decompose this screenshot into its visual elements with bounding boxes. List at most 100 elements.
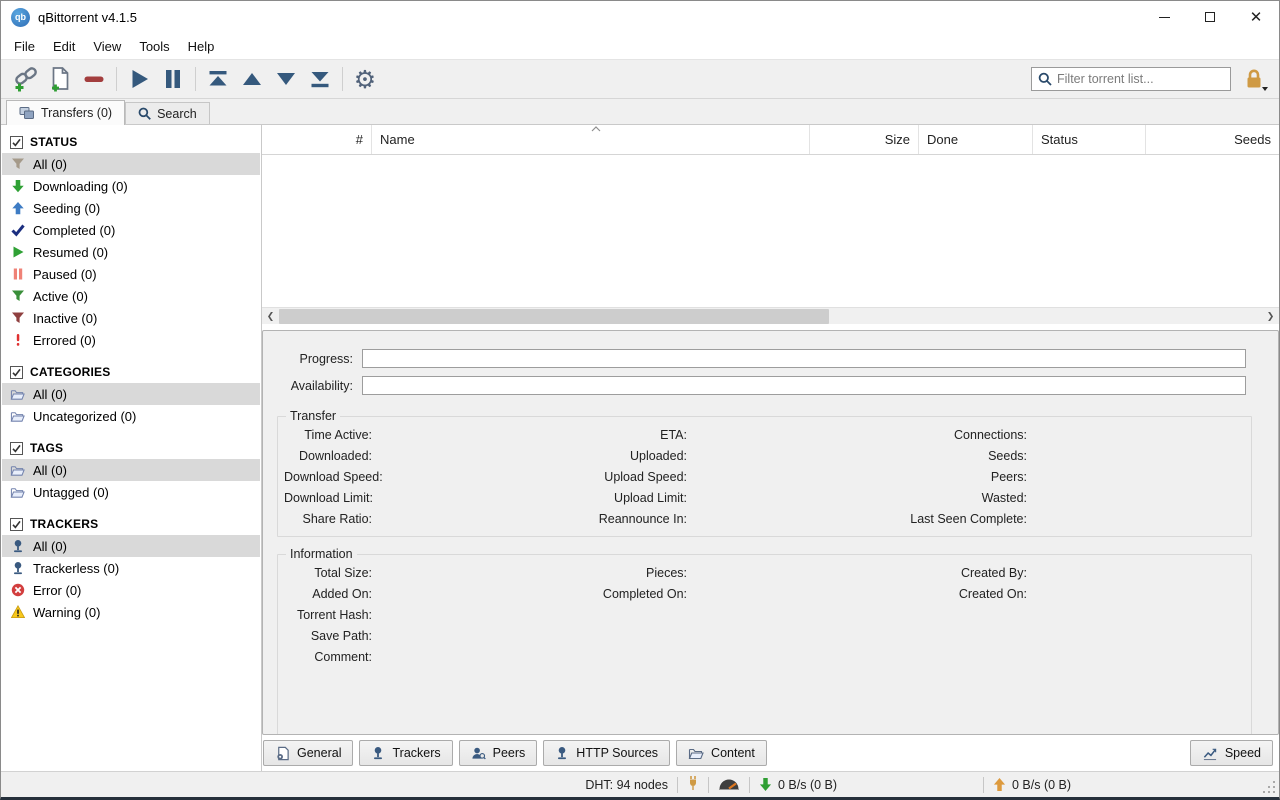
- move-up-button[interactable]: [235, 64, 269, 94]
- minimize-icon: [1159, 17, 1170, 18]
- folder-open-icon: [10, 485, 25, 500]
- tab-http-sources[interactable]: HTTP Sources: [543, 740, 670, 766]
- uploaded-label: Uploaded:: [562, 446, 687, 467]
- checkbox-checked-icon[interactable]: [10, 518, 23, 531]
- tab-general[interactable]: General: [263, 740, 353, 766]
- sidebar-status-completed[interactable]: Completed (0): [2, 219, 260, 241]
- sidebar-tag-untagged[interactable]: Untagged (0): [2, 481, 260, 503]
- add-link-icon: [13, 66, 39, 92]
- alt-speed-gauge-icon[interactable]: [718, 777, 740, 793]
- sidebar-category-uncategorized[interactable]: Uncategorized (0): [2, 405, 260, 427]
- completed-on-label: Completed On:: [562, 584, 687, 605]
- options-button[interactable]: ⚙: [348, 64, 382, 94]
- scroll-right-arrow[interactable]: ❯: [1262, 308, 1279, 325]
- sidebar-tracker-trackerless[interactable]: Trackerless (0): [2, 557, 260, 579]
- sidebar-status-inactive[interactable]: Inactive (0): [2, 307, 260, 329]
- eta-label: ETA:: [562, 425, 687, 446]
- close-button[interactable]: ✕: [1233, 1, 1279, 33]
- menu-bar: File Edit View Tools Help: [1, 33, 1279, 59]
- information-group-legend: Information: [286, 547, 357, 561]
- resume-button[interactable]: [122, 64, 156, 94]
- menu-file[interactable]: File: [5, 35, 44, 58]
- downloaded-label: Downloaded:: [284, 446, 372, 467]
- sidebar-category-all[interactable]: All (0): [2, 383, 260, 405]
- general-details-panel: Progress: Availability: Transfer Time Ac…: [262, 330, 1279, 735]
- scrollbar-track[interactable]: [279, 308, 1262, 325]
- tab-peers[interactable]: Peers: [459, 740, 538, 766]
- add-file-icon: [47, 66, 73, 92]
- pause-button[interactable]: [156, 64, 190, 94]
- scroll-left-arrow[interactable]: ❮: [262, 308, 279, 325]
- sidebar-status-downloading[interactable]: Downloading (0): [2, 175, 260, 197]
- main-tab-bar: Transfers (0) Search: [1, 99, 1279, 125]
- tab-speed[interactable]: Speed: [1190, 740, 1273, 766]
- upload-speed-label: Upload Speed:: [562, 467, 687, 488]
- tab-search[interactable]: Search: [125, 102, 210, 124]
- funnel-inactive-icon: [10, 311, 25, 326]
- sidebar-section-trackers[interactable]: TRACKERS: [1, 513, 261, 535]
- move-top-icon: [205, 66, 231, 92]
- menu-view[interactable]: View: [84, 35, 130, 58]
- sidebar-section-categories[interactable]: CATEGORIES: [1, 361, 261, 383]
- scrollbar-thumb[interactable]: [279, 309, 829, 324]
- toolbar-separator: [116, 67, 117, 91]
- column-header-size[interactable]: Size: [810, 125, 919, 154]
- move-bottom-button[interactable]: [303, 64, 337, 94]
- tab-trackers[interactable]: Trackers: [359, 740, 452, 766]
- lock-ui-button[interactable]: [1239, 64, 1269, 94]
- sidebar-section-tags[interactable]: TAGS: [1, 437, 261, 459]
- sidebar-tag-all[interactable]: All (0): [2, 459, 260, 481]
- global-download-speed[interactable]: 0 B/s (0 B): [759, 777, 974, 792]
- move-down-icon: [273, 66, 299, 92]
- status-bar: DHT: 94 nodes 0 B/s (0 B): [1, 771, 1279, 797]
- delete-torrent-button[interactable]: [77, 64, 111, 94]
- sidebar-status-all[interactable]: All (0): [2, 153, 260, 175]
- torrent-list-empty[interactable]: [262, 155, 1279, 307]
- tab-content[interactable]: Content: [676, 740, 767, 766]
- minimize-button[interactable]: [1141, 1, 1187, 33]
- column-header-status[interactable]: Status: [1033, 125, 1146, 154]
- menu-tools[interactable]: Tools: [130, 35, 178, 58]
- connection-status-icon[interactable]: [687, 775, 699, 795]
- horizontal-scrollbar[interactable]: ❮ ❯: [262, 307, 1279, 324]
- sidebar-status-errored[interactable]: Errored (0): [2, 329, 260, 351]
- download-speed-icon: [759, 777, 772, 792]
- sidebar-tracker-all[interactable]: All (0): [2, 535, 260, 557]
- maximize-button[interactable]: [1187, 1, 1233, 33]
- tab-transfers-label: Transfers (0): [41, 106, 112, 120]
- checkbox-checked-icon[interactable]: [10, 442, 23, 455]
- search-icon: [1038, 72, 1052, 86]
- column-header-seeds[interactable]: Seeds: [1146, 125, 1279, 154]
- save-path-label: Save Path:: [284, 626, 372, 647]
- resume-icon: [126, 66, 152, 92]
- sidebar-tracker-error[interactable]: Error (0): [2, 579, 260, 601]
- checkbox-checked-icon[interactable]: [10, 136, 23, 149]
- column-header-done[interactable]: Done: [919, 125, 1033, 154]
- window-title: qBittorrent v4.1.5: [38, 10, 137, 25]
- sidebar-section-status[interactable]: STATUS: [1, 131, 261, 153]
- global-upload-speed[interactable]: 0 B/s (0 B): [993, 777, 1138, 792]
- add-torrent-file-button[interactable]: [43, 64, 77, 94]
- tab-transfers[interactable]: Transfers (0): [6, 100, 125, 125]
- checkbox-checked-icon[interactable]: [10, 366, 23, 379]
- resize-grip[interactable]: [1263, 781, 1277, 795]
- filter-torrent-input[interactable]: [1057, 72, 1224, 86]
- sidebar-tracker-warning[interactable]: Warning (0): [2, 601, 260, 623]
- menu-edit[interactable]: Edit: [44, 35, 84, 58]
- peers-icon: [471, 746, 486, 761]
- information-group: Information Total Size: Pieces: Created …: [277, 547, 1252, 735]
- sidebar-status-resumed[interactable]: Resumed (0): [2, 241, 260, 263]
- add-torrent-link-button[interactable]: [9, 64, 43, 94]
- funnel-all-icon: [10, 157, 25, 172]
- sidebar-item-label: Error (0): [33, 583, 81, 598]
- move-top-button[interactable]: [201, 64, 235, 94]
- menu-help[interactable]: Help: [179, 35, 224, 58]
- sidebar-status-paused[interactable]: Paused (0): [2, 263, 260, 285]
- sidebar-item-label: Trackerless (0): [33, 561, 119, 576]
- move-down-button[interactable]: [269, 64, 303, 94]
- column-header-number[interactable]: #: [262, 125, 372, 154]
- sidebar-status-active[interactable]: Active (0): [2, 285, 260, 307]
- play-icon: [10, 245, 25, 260]
- sidebar-status-seeding[interactable]: Seeding (0): [2, 197, 260, 219]
- categories-section-title: CATEGORIES: [30, 365, 110, 379]
